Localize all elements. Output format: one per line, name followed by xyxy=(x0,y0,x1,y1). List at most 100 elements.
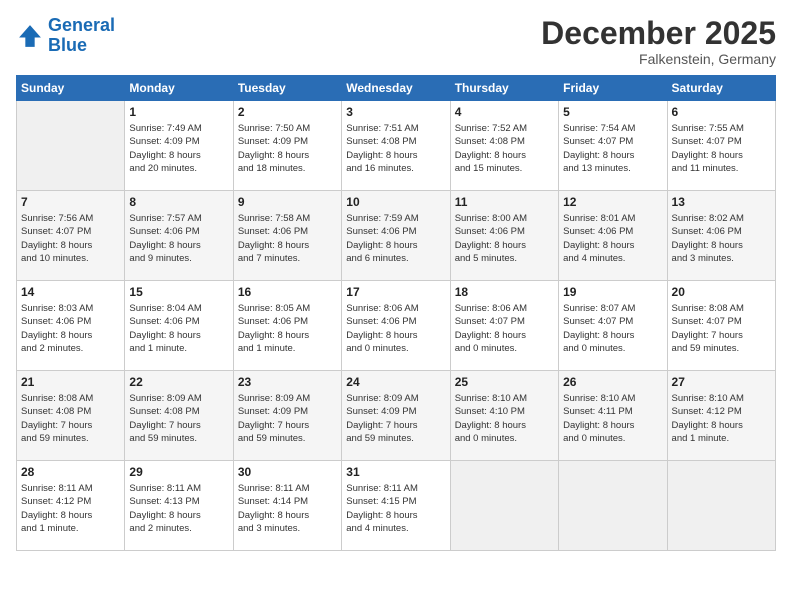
calendar-cell: 9 Sunrise: 7:58 AMSunset: 4:06 PMDaylight… xyxy=(233,191,341,281)
day-number: 16 xyxy=(238,285,337,299)
month-title: December 2025 xyxy=(541,16,776,51)
day-info: Sunrise: 8:04 AMSunset: 4:06 PMDaylight:… xyxy=(129,302,228,355)
logo-text: General Blue xyxy=(48,16,115,56)
weekday-header-saturday: Saturday xyxy=(667,76,775,101)
day-number: 31 xyxy=(346,465,445,479)
day-number: 6 xyxy=(672,105,771,119)
day-number: 8 xyxy=(129,195,228,209)
day-number: 26 xyxy=(563,375,662,389)
day-info: Sunrise: 8:09 AMSunset: 4:09 PMDaylight:… xyxy=(238,392,337,445)
day-number: 2 xyxy=(238,105,337,119)
calendar-week-row: 1 Sunrise: 7:49 AMSunset: 4:09 PMDaylight… xyxy=(17,101,776,191)
calendar-cell: 6 Sunrise: 7:55 AMSunset: 4:07 PMDaylight… xyxy=(667,101,775,191)
day-number: 20 xyxy=(672,285,771,299)
calendar-cell: 25 Sunrise: 8:10 AMSunset: 4:10 PMDayligh… xyxy=(450,371,558,461)
day-number: 22 xyxy=(129,375,228,389)
day-info: Sunrise: 8:08 AMSunset: 4:07 PMDaylight:… xyxy=(672,302,771,355)
day-info: Sunrise: 8:06 AMSunset: 4:07 PMDaylight:… xyxy=(455,302,554,355)
day-info: Sunrise: 7:57 AMSunset: 4:06 PMDaylight:… xyxy=(129,212,228,265)
calendar-cell: 4 Sunrise: 7:52 AMSunset: 4:08 PMDaylight… xyxy=(450,101,558,191)
day-number: 27 xyxy=(672,375,771,389)
day-info: Sunrise: 8:00 AMSunset: 4:06 PMDaylight:… xyxy=(455,212,554,265)
day-info: Sunrise: 8:09 AMSunset: 4:09 PMDaylight:… xyxy=(346,392,445,445)
day-number: 12 xyxy=(563,195,662,209)
day-info: Sunrise: 7:58 AMSunset: 4:06 PMDaylight:… xyxy=(238,212,337,265)
day-number: 13 xyxy=(672,195,771,209)
day-number: 15 xyxy=(129,285,228,299)
day-info: Sunrise: 7:49 AMSunset: 4:09 PMDaylight:… xyxy=(129,122,228,175)
weekday-header-friday: Friday xyxy=(559,76,667,101)
calendar-cell: 26Sunrise: 8:10 AMSunset: 4:11 PMDayligh… xyxy=(559,371,667,461)
day-number: 18 xyxy=(455,285,554,299)
day-info: Sunrise: 8:11 AMSunset: 4:15 PMDaylight:… xyxy=(346,482,445,535)
day-number: 29 xyxy=(129,465,228,479)
day-info: Sunrise: 8:11 AMSunset: 4:12 PMDaylight:… xyxy=(21,482,120,535)
day-number: 4 xyxy=(455,105,554,119)
title-block: December 2025 Falkenstein, Germany xyxy=(541,16,776,67)
day-info: Sunrise: 8:08 AMSunset: 4:08 PMDaylight:… xyxy=(21,392,120,445)
calendar-cell xyxy=(450,461,558,551)
day-number: 1 xyxy=(129,105,228,119)
location: Falkenstein, Germany xyxy=(541,51,776,67)
day-info: Sunrise: 7:54 AMSunset: 4:07 PMDaylight:… xyxy=(563,122,662,175)
logo: General Blue xyxy=(16,16,115,56)
calendar-cell: 17 Sunrise: 8:06 AMSunset: 4:06 PMDayligh… xyxy=(342,281,450,371)
day-info: Sunrise: 7:56 AMSunset: 4:07 PMDaylight:… xyxy=(21,212,120,265)
calendar-week-row: 28Sunrise: 8:11 AMSunset: 4:12 PMDayligh… xyxy=(17,461,776,551)
calendar-cell: 3Sunrise: 7:51 AMSunset: 4:08 PMDaylight… xyxy=(342,101,450,191)
logo-line1: General xyxy=(48,15,115,35)
calendar-cell: 24Sunrise: 8:09 AMSunset: 4:09 PMDayligh… xyxy=(342,371,450,461)
weekday-header-thursday: Thursday xyxy=(450,76,558,101)
calendar-cell: 2 Sunrise: 7:50 AMSunset: 4:09 PMDaylight… xyxy=(233,101,341,191)
calendar-cell: 14Sunrise: 8:03 AMSunset: 4:06 PMDayligh… xyxy=(17,281,125,371)
day-info: Sunrise: 7:59 AMSunset: 4:06 PMDaylight:… xyxy=(346,212,445,265)
day-number: 17 xyxy=(346,285,445,299)
day-number: 21 xyxy=(21,375,120,389)
day-number: 7 xyxy=(21,195,120,209)
calendar-cell: 21 Sunrise: 8:08 AMSunset: 4:08 PMDayligh… xyxy=(17,371,125,461)
calendar-cell: 13 Sunrise: 8:02 AMSunset: 4:06 PMDayligh… xyxy=(667,191,775,281)
day-info: Sunrise: 8:10 AMSunset: 4:10 PMDaylight:… xyxy=(455,392,554,445)
calendar-cell: 23 Sunrise: 8:09 AMSunset: 4:09 PMDayligh… xyxy=(233,371,341,461)
day-number: 5 xyxy=(563,105,662,119)
weekday-header-monday: Monday xyxy=(125,76,233,101)
calendar-cell: 18 Sunrise: 8:06 AMSunset: 4:07 PMDayligh… xyxy=(450,281,558,371)
calendar-cell: 7 Sunrise: 7:56 AMSunset: 4:07 PMDaylight… xyxy=(17,191,125,281)
day-number: 25 xyxy=(455,375,554,389)
calendar-cell: 12 Sunrise: 8:01 AMSunset: 4:06 PMDayligh… xyxy=(559,191,667,281)
weekday-header-tuesday: Tuesday xyxy=(233,76,341,101)
logo-line2: Blue xyxy=(48,35,87,55)
calendar-cell: 22 Sunrise: 8:09 AMSunset: 4:08 PMDayligh… xyxy=(125,371,233,461)
calendar-cell: 8 Sunrise: 7:57 AMSunset: 4:06 PMDaylight… xyxy=(125,191,233,281)
day-number: 23 xyxy=(238,375,337,389)
calendar-table: SundayMondayTuesdayWednesdayThursdayFrid… xyxy=(16,75,776,551)
day-info: Sunrise: 8:05 AMSunset: 4:06 PMDaylight:… xyxy=(238,302,337,355)
calendar-week-row: 7 Sunrise: 7:56 AMSunset: 4:07 PMDaylight… xyxy=(17,191,776,281)
day-info: Sunrise: 8:06 AMSunset: 4:06 PMDaylight:… xyxy=(346,302,445,355)
day-info: Sunrise: 7:55 AMSunset: 4:07 PMDaylight:… xyxy=(672,122,771,175)
day-info: Sunrise: 7:50 AMSunset: 4:09 PMDaylight:… xyxy=(238,122,337,175)
day-info: Sunrise: 7:51 AMSunset: 4:08 PMDaylight:… xyxy=(346,122,445,175)
day-number: 9 xyxy=(238,195,337,209)
calendar-cell: 30Sunrise: 8:11 AMSunset: 4:14 PMDayligh… xyxy=(233,461,341,551)
day-info: Sunrise: 8:01 AMSunset: 4:06 PMDaylight:… xyxy=(563,212,662,265)
day-number: 11 xyxy=(455,195,554,209)
calendar-week-row: 14Sunrise: 8:03 AMSunset: 4:06 PMDayligh… xyxy=(17,281,776,371)
day-number: 10 xyxy=(346,195,445,209)
day-info: Sunrise: 8:02 AMSunset: 4:06 PMDaylight:… xyxy=(672,212,771,265)
calendar-cell xyxy=(667,461,775,551)
day-number: 30 xyxy=(238,465,337,479)
weekday-header-row: SundayMondayTuesdayWednesdayThursdayFrid… xyxy=(17,76,776,101)
day-number: 19 xyxy=(563,285,662,299)
calendar-cell: 19Sunrise: 8:07 AMSunset: 4:07 PMDayligh… xyxy=(559,281,667,371)
calendar-cell: 11 Sunrise: 8:00 AMSunset: 4:06 PMDayligh… xyxy=(450,191,558,281)
calendar-cell xyxy=(559,461,667,551)
day-info: Sunrise: 8:09 AMSunset: 4:08 PMDaylight:… xyxy=(129,392,228,445)
day-number: 14 xyxy=(21,285,120,299)
calendar-cell: 1 Sunrise: 7:49 AMSunset: 4:09 PMDaylight… xyxy=(125,101,233,191)
day-info: Sunrise: 8:10 AMSunset: 4:12 PMDaylight:… xyxy=(672,392,771,445)
logo-icon xyxy=(16,22,44,50)
calendar-cell: 20 Sunrise: 8:08 AMSunset: 4:07 PMDayligh… xyxy=(667,281,775,371)
calendar-cell: 31 Sunrise: 8:11 AMSunset: 4:15 PMDayligh… xyxy=(342,461,450,551)
day-info: Sunrise: 7:52 AMSunset: 4:08 PMDaylight:… xyxy=(455,122,554,175)
